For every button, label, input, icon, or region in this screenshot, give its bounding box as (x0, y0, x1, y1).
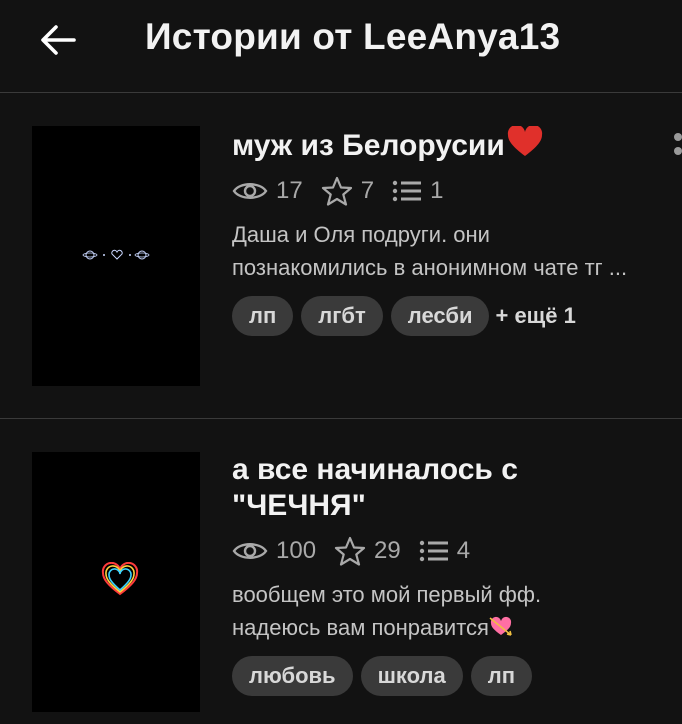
views-count: 100 (276, 537, 317, 564)
story-cover[interactable] (32, 126, 200, 386)
stars-stat: 29 (334, 536, 401, 566)
views-count: 17 (276, 177, 303, 204)
story-description: Даша и Оля подруги. они познакомились в … (232, 218, 682, 284)
views-stat: 100 (232, 537, 316, 565)
story-title-text: муж из Белорусии (232, 129, 505, 162)
tag-chip[interactable]: лп (232, 296, 294, 336)
story-title[interactable]: муж из Белорусии (232, 124, 632, 164)
parts-stat: 4 (419, 537, 470, 565)
stars-count: 7 (360, 177, 375, 204)
eye-icon (232, 183, 268, 199)
description-text: надеюсь вам понравится (232, 615, 489, 640)
description-line: вообщем это мой первый фф. (232, 582, 542, 607)
eye-icon (232, 543, 268, 559)
story-title-line: а все начиналось с (232, 453, 518, 486)
more-options-dot (674, 147, 682, 155)
parts-count: 4 (456, 537, 471, 564)
description-line: познакомились в анонимном чате тг ... (232, 255, 628, 280)
views-stat: 17 (232, 177, 303, 205)
tag-chip[interactable]: лесби (390, 296, 490, 336)
story-stats: 100 29 4 (232, 536, 682, 566)
story-stats: 17 7 1 (232, 176, 682, 206)
story-title-line: "ЧЕЧНЯ" (232, 489, 366, 522)
tag-chip[interactable]: школа (360, 656, 463, 696)
stories-screen: Истории от LeeAnya13 муж из Белорусии 17… (0, 0, 682, 724)
red-heart-icon (507, 124, 542, 156)
app-header: Истории от LeeAnya13 (0, 0, 682, 93)
more-options-button[interactable] (674, 133, 682, 173)
tag-chip[interactable]: лп (470, 656, 532, 696)
list-icon (419, 540, 448, 562)
story-info: муж из Белорусии 17 7 1 Даша и Оля подру… (232, 124, 682, 336)
stars-count: 29 (374, 537, 401, 564)
description-line: надеюсь вам понравится (232, 611, 677, 644)
story-cover[interactable] (32, 452, 200, 712)
story-card[interactable]: а все начиналось с "ЧЕЧНЯ" 100 29 4 вооб… (0, 418, 682, 724)
page-title: Истории от LeeAnya13 (145, 16, 561, 57)
star-icon (321, 176, 352, 206)
story-card[interactable]: муж из Белорусии 17 7 1 Даша и Оля подру… (0, 93, 682, 418)
heart-with-arrow-icon (489, 616, 512, 636)
star-icon (334, 536, 366, 566)
parts-count: 1 (430, 177, 444, 204)
story-title[interactable]: а все начиналось с "ЧЕЧНЯ" (232, 452, 632, 524)
parts-stat: 1 (392, 177, 443, 205)
stars-stat: 7 (321, 176, 374, 206)
more-options-dot (674, 133, 682, 141)
back-button[interactable] (36, 20, 80, 60)
tag-chip[interactable]: лгбт (301, 296, 383, 336)
planet-heart-decor-icon (82, 249, 150, 260)
story-description: вообщем это мой первый фф. надеюсь вам п… (232, 578, 682, 644)
arrow-left-icon (41, 25, 76, 55)
neon-heart-icon (101, 562, 139, 596)
tag-chip[interactable]: любовь (232, 656, 353, 696)
list-icon (392, 180, 422, 202)
more-tags-link[interactable]: + ещё 1 (495, 303, 575, 329)
story-info: а все начиналось с "ЧЕЧНЯ" 100 29 4 вооб… (232, 452, 682, 696)
story-tags: лп лгбт лесби + ещё 1 (232, 296, 682, 336)
description-line: Даша и Оля подруги. они (232, 222, 490, 247)
story-tags: любовь школа лп (232, 656, 682, 696)
